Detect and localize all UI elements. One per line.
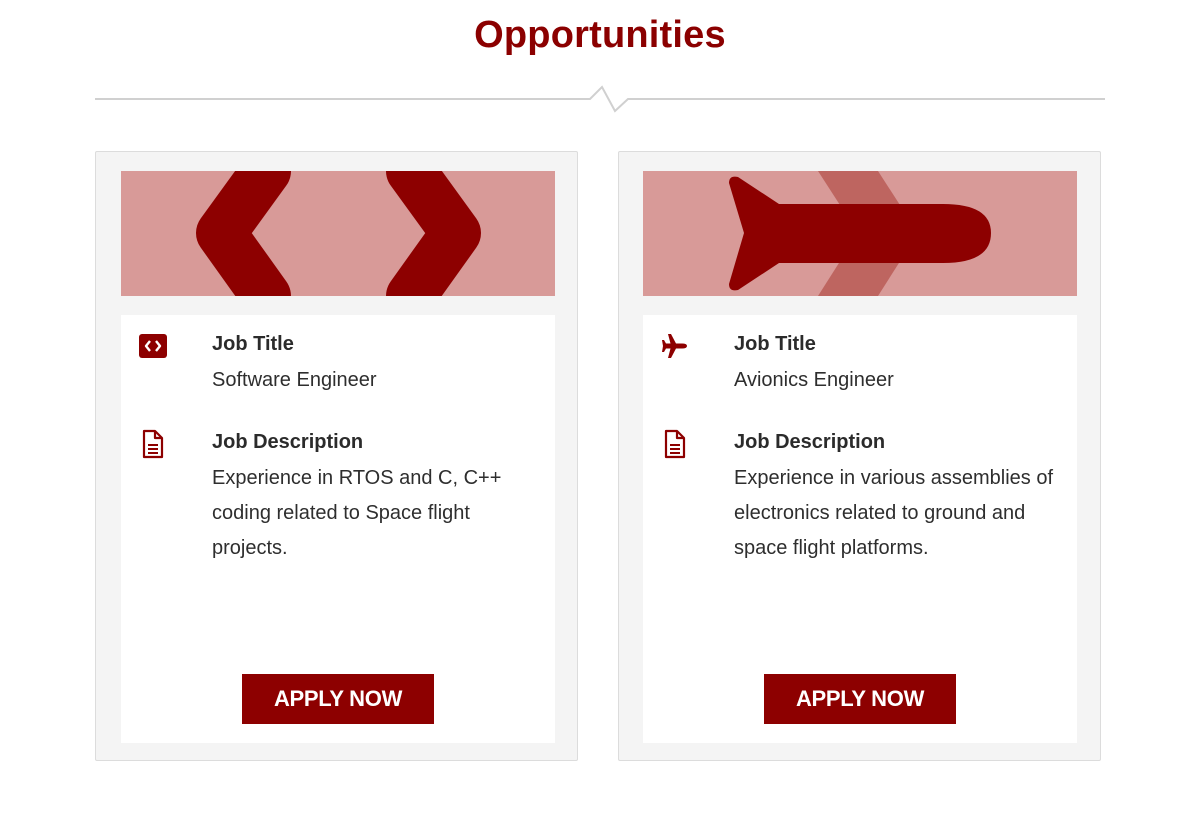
job-details-panel: Job Title Avionics Engineer Job Descript… bbox=[643, 315, 1077, 743]
job-description-value: Experience in various assemblies of elec… bbox=[734, 467, 1054, 559]
code-icon bbox=[139, 334, 167, 358]
job-title-label: Job Title bbox=[212, 333, 294, 355]
job-description-value: Experience in RTOS and C, C++ coding rel… bbox=[212, 467, 502, 559]
job-banner bbox=[643, 171, 1077, 296]
job-card-avionics-engineer: Job Title Avionics Engineer Job Descript… bbox=[618, 151, 1101, 761]
apply-now-button[interactable]: APPLY NOW bbox=[764, 674, 956, 724]
job-banner bbox=[121, 171, 555, 296]
apply-now-button[interactable]: APPLY NOW bbox=[242, 674, 434, 724]
job-description-label: Job Description bbox=[734, 431, 886, 453]
document-icon bbox=[142, 429, 164, 459]
job-card-software-engineer: Job Title Software Engineer Job Descript… bbox=[95, 151, 578, 761]
airplane-icon bbox=[662, 334, 687, 358]
code-icon bbox=[196, 171, 481, 296]
job-details-panel: Job Title Software Engineer Job Descript… bbox=[121, 315, 555, 743]
job-title-label: Job Title bbox=[734, 333, 816, 355]
airplane-icon bbox=[729, 171, 991, 296]
job-title-value: Avionics Engineer bbox=[734, 369, 894, 391]
job-description-label: Job Description bbox=[212, 431, 364, 453]
section-divider bbox=[95, 85, 1105, 113]
job-title-value: Software Engineer bbox=[212, 369, 377, 391]
document-icon bbox=[664, 429, 686, 459]
page-title: Opportunities bbox=[474, 14, 726, 56]
